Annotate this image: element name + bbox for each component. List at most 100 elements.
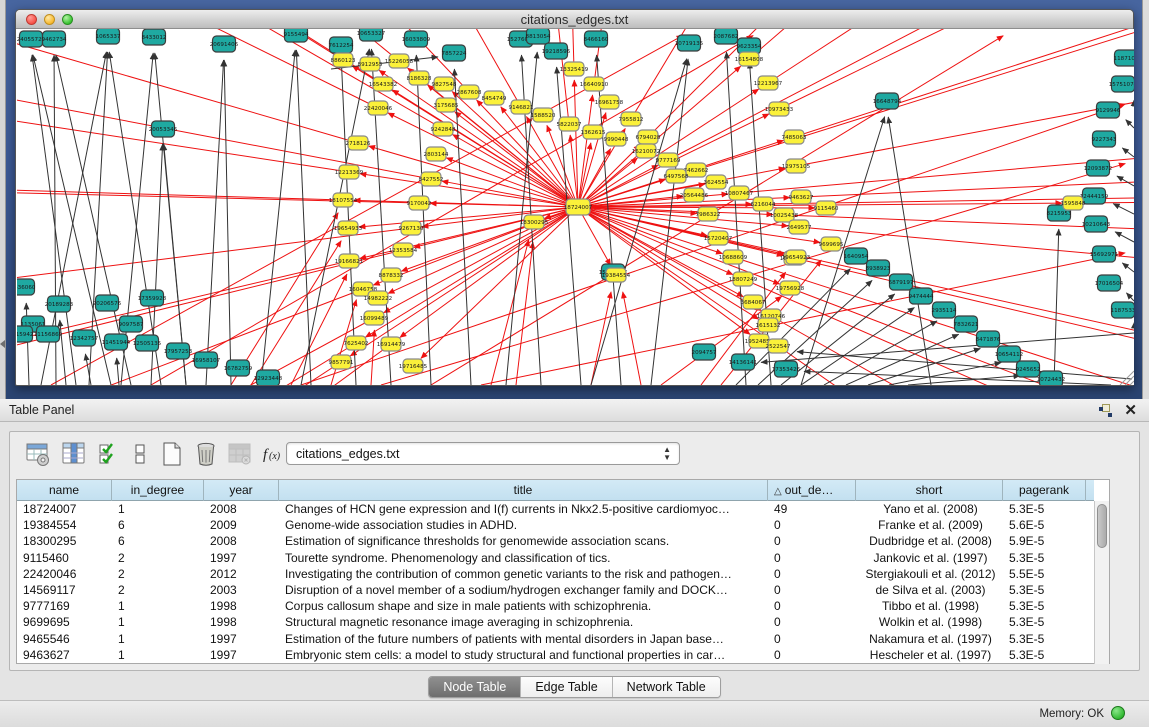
edge-red-spoke[interactable] [453,135,578,207]
edge-red[interactable] [231,213,338,385]
column-header-title[interactable]: title [279,480,768,501]
column-header-in_degree[interactable]: in_degree [112,480,204,501]
graph-node-yellow-label: 19654923 [782,255,811,261]
edge-black[interactable] [868,348,980,385]
edge-red[interactable] [623,292,641,385]
scrollbar-thumb[interactable] [1097,504,1107,548]
function-builder-icon[interactable]: f(x) [260,440,288,468]
edge-red[interactable] [516,242,533,385]
graph-node-yellow-label: 9242848 [431,127,456,133]
edge-black[interactable] [261,50,295,385]
edge-red-spoke[interactable] [354,200,578,207]
edge-black[interactable] [224,60,231,385]
table-row[interactable]: 1830029562008Estimation of significance … [17,533,1094,549]
edge-black[interactable] [454,69,471,385]
close-icon[interactable]: ✕ [1124,401,1137,419]
edge-black[interactable] [557,67,581,385]
tab-node-table[interactable]: Node Table [429,677,521,697]
cell-out_degree: 0 [768,598,856,614]
edge-black[interactable] [206,60,224,385]
graph-node-yellow-label: 3624554 [704,180,729,186]
edge-black[interactable] [296,50,311,385]
edge-black[interactable] [761,333,1134,362]
edge-black[interactable] [1115,232,1134,242]
graph-node-yellow-label: 16210072 [632,149,660,155]
table-vertical-scrollbar[interactable] [1094,501,1109,664]
graph-node-yellow-label: 3175685 [434,103,459,109]
edge-black[interactable] [117,358,119,385]
node-table[interactable]: namein_degreeyeartitle△out_de…shortpager… [16,479,1110,664]
edge-black[interactable] [301,49,369,385]
graph-node-yellow-label: 9267130 [399,226,424,232]
edge-red-ray[interactable] [696,29,1134,170]
graph-node-yellow-label: 6794028 [636,135,661,141]
graph-node-yellow-label: 9990448 [604,137,629,143]
select-all-icon[interactable] [96,440,124,468]
edge-black[interactable] [26,303,29,385]
table-row[interactable]: 2242004622012Investigating the contribut… [17,566,1094,582]
cell-year: 2003 [204,582,279,598]
tab-network-table[interactable]: Network Table [613,677,720,697]
table-body[interactable]: 1872400712008Changes of HCN gene express… [17,501,1094,663]
table-header-row[interactable]: namein_degreeyeartitle△out_de…shortpager… [17,480,1094,501]
float-window-icon[interactable] [1099,404,1112,417]
edge-red-ray[interactable] [668,29,1028,160]
graph-node-yellow-label: 8454749 [482,96,507,102]
graph-node-teal-label: 20053346 [149,127,178,133]
table-row[interactable]: 1872400712008Changes of HCN gene express… [17,501,1094,517]
column-header-out_degree[interactable]: △out_de… [768,480,856,501]
new-table-icon[interactable] [158,440,186,468]
table-row[interactable]: 977716911998Corpus callosum shape and si… [17,598,1094,614]
graph-node-yellow-label: 19166821 [335,259,364,265]
edge-red-spoke[interactable] [400,207,578,337]
graph-node-yellow-label: 18107554 [329,198,358,204]
column-header-short[interactable]: short [856,480,1003,501]
edge-black[interactable] [1113,204,1134,214]
table-row[interactable]: 1456911722003Disruption of a novel membe… [17,582,1094,598]
table-selector-dropdown[interactable]: citations_edges.txt ▲▼ [286,442,680,465]
edge-red-spoke[interactable] [578,95,593,207]
cell-in_degree: 1 [112,614,204,630]
edge-red-ray[interactable] [749,29,1134,59]
network-window[interactable]: citations_edges.txt 24055724946273410653… [15,9,1134,386]
cell-title: Estimation of the future numbers of pati… [279,631,768,647]
network-window-titlebar[interactable]: citations_edges.txt [16,10,1133,29]
rows-icon[interactable] [126,440,154,468]
edge-red-ray[interactable] [17,29,358,143]
edge-black[interactable] [1126,293,1134,301]
edge-black[interactable] [1122,263,1134,272]
edge-red[interactable] [371,330,374,385]
edge-red-ray[interactable] [768,29,1134,83]
cell-year: 1998 [204,598,279,614]
table-row[interactable]: 946362711997Embryonic stem cells: a mode… [17,647,1094,663]
column-header-year[interactable]: year [204,480,279,501]
panel-collapse-arrow-icon[interactable] [0,340,5,348]
table-row[interactable]: 969969511998Structural magnetic resonanc… [17,614,1094,630]
graph-node-yellow-label: 2803144 [424,152,449,158]
delete-icon[interactable] [192,440,220,468]
network-canvas[interactable]: 2405572494627341065337843301220691406915… [17,29,1134,385]
edge-black[interactable] [1126,120,1134,128]
column-header-pagerank[interactable]: pagerank [1003,480,1086,501]
tab-edge-table[interactable]: Edge Table [521,677,612,697]
table-row[interactable]: 911546021997Tourette syndrome. Phenomeno… [17,550,1094,566]
edge-black[interactable] [1122,148,1134,157]
column-header-name[interactable]: name [17,480,112,501]
graph-node-teal-label: 17957253 [164,349,193,355]
show-columns-icon[interactable] [60,440,88,468]
table-row[interactable]: 946554611997Estimation of the future num… [17,631,1094,647]
edge-red-ray[interactable] [17,29,383,84]
cell-pagerank: 5.3E-5 [1003,598,1086,614]
edge-red[interactable] [591,292,611,385]
edge-red-ray[interactable] [794,29,1134,137]
resize-grip-icon[interactable] [1125,376,1134,385]
graph-node-teal-label: 9129946 [1096,108,1121,114]
table-settings-icon[interactable] [24,440,52,468]
edge-red-ray[interactable] [796,29,1134,166]
table-row[interactable]: 1938455462009Genome-wide association stu… [17,517,1094,533]
edge-black[interactable] [60,320,66,385]
edge-red[interactable] [491,240,529,385]
edge-black[interactable] [1117,176,1134,186]
graph-node-teal-label: 17359928 [138,296,167,302]
resize-grip-icon[interactable] [1130,381,1134,385]
